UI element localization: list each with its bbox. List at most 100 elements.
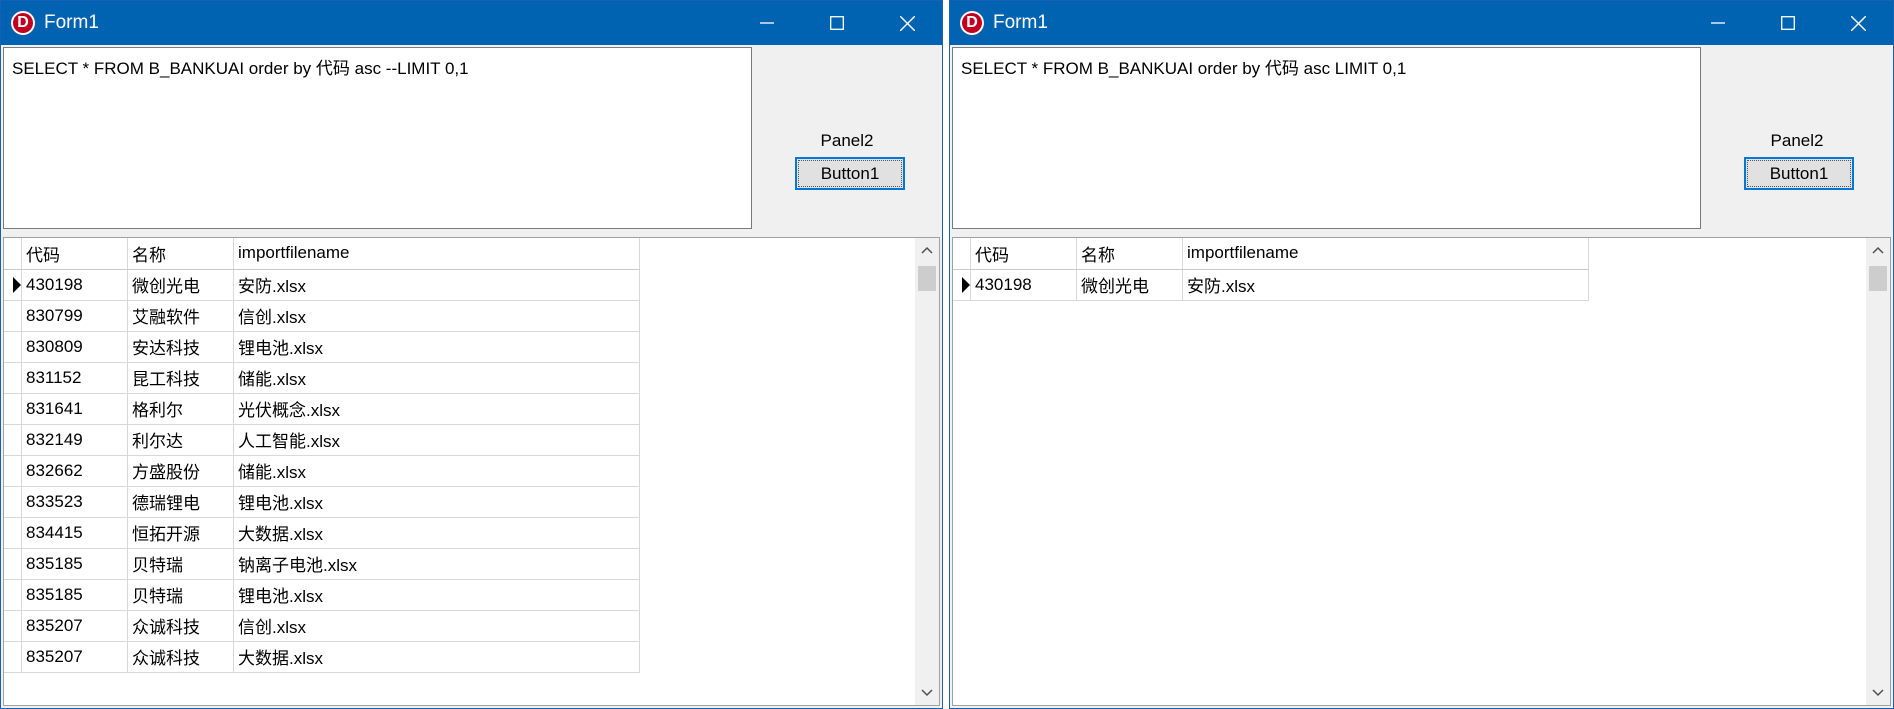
name-cell[interactable]: 艾融软件 [127,300,234,332]
code-cell[interactable]: 834415 [21,517,128,549]
table-row[interactable]: 430198 微创光电 安防.xlsx [953,269,1589,301]
row-indicator[interactable] [4,548,22,580]
vertical-scrollbar[interactable] [1866,238,1890,705]
filename-cell[interactable]: 安防.xlsx [233,269,640,301]
name-cell[interactable]: 众诚科技 [127,610,234,642]
filename-cell[interactable]: 人工智能.xlsx [233,424,640,456]
table-row[interactable]: 831152 昆工科技 储能.xlsx [4,362,640,394]
name-cell[interactable]: 方盛股份 [127,455,234,487]
minimize-button[interactable] [1683,1,1753,45]
row-indicator[interactable] [4,393,22,425]
vertical-scrollbar[interactable] [915,238,939,705]
row-indicator[interactable] [4,610,22,642]
code-cell[interactable]: 830809 [21,331,128,363]
name-cell[interactable]: 安达科技 [127,331,234,363]
code-cell[interactable]: 835207 [21,610,128,642]
delphi-app-icon[interactable]: D [960,11,984,35]
table-row[interactable]: 430198 微创光电 安防.xlsx [4,269,640,301]
row-indicator[interactable] [4,269,22,301]
table-row[interactable]: 835207 众诚科技 信创.xlsx [4,610,640,642]
minimize-button[interactable] [732,1,802,45]
table-row[interactable]: 835207 众诚科技 大数据.xlsx [4,641,640,673]
table-row[interactable]: 832149 利尔达 人工智能.xlsx [4,424,640,456]
delphi-app-icon[interactable]: D [11,11,35,35]
filename-cell[interactable]: 锂电池.xlsx [233,331,640,363]
code-cell[interactable]: 830799 [21,300,128,332]
filename-cell[interactable]: 大数据.xlsx [233,641,640,673]
table-row[interactable]: 830799 艾融软件 信创.xlsx [4,300,640,332]
name-cell[interactable]: 恒拓开源 [127,517,234,549]
title-bar[interactable]: D Form1 [1,1,942,45]
sql-memo[interactable]: SELECT * FROM B_BANKUAI order by 代码 asc … [952,47,1701,229]
filename-cell[interactable]: 安防.xlsx [1182,269,1589,301]
filename-cell[interactable]: 信创.xlsx [233,300,640,332]
code-cell[interactable]: 832149 [21,424,128,456]
row-indicator[interactable] [4,455,22,487]
code-cell[interactable]: 832662 [21,455,128,487]
filename-cell[interactable]: 钠离子电池.xlsx [233,548,640,580]
column-header[interactable]: 代码 [21,238,128,270]
filename-cell[interactable]: 储能.xlsx [233,362,640,394]
scroll-down-button[interactable] [1866,681,1890,705]
filename-cell[interactable]: 大数据.xlsx [233,517,640,549]
code-cell[interactable]: 835185 [21,579,128,611]
code-cell[interactable]: 833523 [21,486,128,518]
table-row[interactable]: 831641 格利尔 光伏概念.xlsx [4,393,640,425]
row-indicator[interactable] [953,269,971,301]
row-indicator[interactable] [4,517,22,549]
column-header[interactable]: 代码 [970,238,1077,270]
scroll-thumb[interactable] [1869,266,1887,291]
row-indicator[interactable] [4,362,22,394]
name-cell[interactable]: 昆工科技 [127,362,234,394]
table-row[interactable]: 835185 贝特瑞 钠离子电池.xlsx [4,548,640,580]
table-row[interactable]: 833523 德瑞锂电 锂电池.xlsx [4,486,640,518]
name-cell[interactable]: 德瑞锂电 [127,486,234,518]
name-cell[interactable]: 微创光电 [127,269,234,301]
sql-memo[interactable]: SELECT * FROM B_BANKUAI order by 代码 asc … [3,47,752,229]
filename-cell[interactable]: 信创.xlsx [233,610,640,642]
maximize-button[interactable] [802,1,872,45]
db-grid[interactable]: 代码 名称 importfilename 430198 微创光电 安防.xlsx 83079… [3,237,940,706]
filename-cell[interactable]: 锂电池.xlsx [233,486,640,518]
code-cell[interactable]: 831152 [21,362,128,394]
scroll-down-button[interactable] [915,681,939,705]
row-indicator[interactable] [4,641,22,673]
table-row[interactable]: 835185 贝特瑞 锂电池.xlsx [4,579,640,611]
table-row[interactable]: 830809 安达科技 锂电池.xlsx [4,331,640,363]
column-header[interactable]: importfilename [1182,238,1589,270]
title-bar[interactable]: D Form1 [950,1,1893,45]
table-row[interactable]: 834415 恒拓开源 大数据.xlsx [4,517,640,549]
code-cell[interactable]: 430198 [970,269,1077,301]
table-row[interactable]: 832662 方盛股份 储能.xlsx [4,455,640,487]
column-header[interactable]: 名称 [1076,238,1183,270]
column-header[interactable]: 名称 [127,238,234,270]
row-indicator[interactable] [4,486,22,518]
scroll-thumb[interactable] [918,266,936,291]
filename-cell[interactable]: 锂电池.xlsx [233,579,640,611]
code-cell[interactable]: 835185 [21,548,128,580]
row-indicator[interactable] [4,579,22,611]
filename-cell[interactable]: 储能.xlsx [233,455,640,487]
button1[interactable]: Button1 [1744,157,1854,190]
name-cell[interactable]: 微创光电 [1076,269,1183,301]
maximize-button[interactable] [1753,1,1823,45]
name-cell[interactable]: 贝特瑞 [127,548,234,580]
close-button[interactable] [872,1,942,45]
button1[interactable]: Button1 [795,157,905,190]
filename-cell[interactable]: 光伏概念.xlsx [233,393,640,425]
name-cell[interactable]: 利尔达 [127,424,234,456]
code-cell[interactable]: 831641 [21,393,128,425]
name-cell[interactable]: 众诚科技 [127,641,234,673]
row-indicator[interactable] [4,331,22,363]
close-button[interactable] [1823,1,1893,45]
row-indicator[interactable] [4,424,22,456]
name-cell[interactable]: 格利尔 [127,393,234,425]
row-indicator[interactable] [4,300,22,332]
code-cell[interactable]: 430198 [21,269,128,301]
scroll-up-button[interactable] [915,238,939,262]
column-header[interactable]: importfilename [233,238,640,270]
name-cell[interactable]: 贝特瑞 [127,579,234,611]
db-grid[interactable]: 代码 名称 importfilename 430198 微创光电 安防.xlsx [952,237,1891,706]
scroll-up-button[interactable] [1866,238,1890,262]
code-cell[interactable]: 835207 [21,641,128,673]
